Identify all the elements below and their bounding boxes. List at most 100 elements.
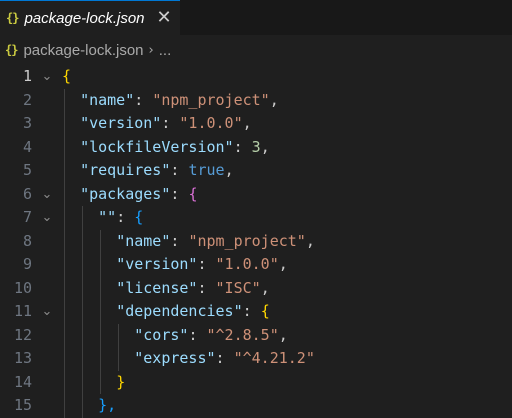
indent-guide: [82, 253, 83, 277]
line-number: 14: [13, 372, 32, 391]
line-number: 11: [13, 302, 32, 320]
indent-guide: [100, 300, 101, 324]
brace-open: {: [260, 302, 270, 320]
indent-guide: [82, 300, 83, 324]
code-line: 7 ⌄ "": {: [0, 206, 512, 230]
tab-label: package-lock.json: [24, 9, 145, 27]
brace-open: {: [62, 67, 72, 85]
code-line: 10 "license": "ISC",: [0, 276, 512, 300]
json-string: "npm_project": [188, 231, 306, 250]
json-boolean: true: [188, 161, 225, 179]
indent-guide: [100, 276, 101, 300]
code-line: 15 },: [0, 394, 512, 418]
line-number: 15: [13, 396, 32, 414]
indent-guide: [64, 88, 65, 112]
indent-guide: [118, 347, 119, 371]
indent-guide: [100, 323, 101, 347]
brace-open: {: [188, 184, 198, 203]
fold-chevron-icon[interactable]: ⌄: [32, 65, 62, 89]
code-line: 11 ⌄ "dependencies": {: [0, 300, 512, 324]
indent-guide: [64, 229, 65, 253]
code-line: 8 "name": "npm_project",: [0, 229, 512, 253]
brace-close: },: [98, 396, 117, 414]
indent-guide: [100, 253, 101, 277]
line-number: 12: [13, 325, 32, 344]
fold-chevron-icon[interactable]: ⌄: [32, 206, 62, 230]
json-string: "ISC": [215, 278, 261, 297]
indent-guide: [82, 276, 83, 300]
json-key: "": [98, 208, 117, 226]
json-key: "requires": [80, 161, 171, 179]
indent-guide: [82, 206, 83, 230]
breadcrumb: {} package-lock.json › ...: [0, 35, 512, 65]
code-line: 3 "version": "1.0.0",: [0, 112, 512, 136]
brace-close: }: [116, 372, 126, 391]
indent-guide: [64, 112, 65, 136]
line-number: 3: [22, 114, 32, 132]
indent-guide: [64, 253, 65, 277]
json-key: "cors": [134, 325, 189, 344]
indent-guide: [64, 370, 65, 394]
line-number: 13: [13, 349, 32, 367]
line-number: 2: [22, 90, 32, 109]
json-key: "name": [80, 90, 135, 109]
indent-guide: [64, 135, 65, 159]
tab-package-lock-json[interactable]: {} package-lock.json ✕: [0, 0, 180, 35]
close-icon[interactable]: ✕: [157, 9, 172, 27]
code-editor[interactable]: 1 ⌄ { 2 "name": "npm_project", 3 "versio…: [0, 65, 512, 418]
json-key: "dependencies": [116, 302, 243, 320]
json-string: "^4.21.2": [233, 349, 315, 367]
json-key: "license": [116, 278, 198, 297]
brace-open: {: [134, 208, 144, 226]
json-string: "^2.8.5": [206, 325, 279, 344]
json-key: "packages": [80, 184, 171, 203]
line-number: 4: [22, 137, 32, 156]
indent-guide: [64, 276, 65, 300]
tab-bar: {} package-lock.json ✕: [0, 0, 512, 35]
indent-guide: [82, 347, 83, 371]
line-number: 6: [22, 184, 32, 203]
breadcrumb-file[interactable]: package-lock.json: [23, 42, 143, 59]
indent-guide: [64, 300, 65, 324]
indent-guide: [64, 206, 65, 230]
json-key: "version": [80, 114, 162, 132]
line-number: 5: [22, 161, 32, 179]
breadcrumb-more[interactable]: ...: [159, 42, 172, 59]
code-line: 5 "requires": true,: [0, 159, 512, 183]
indent-guide: [100, 229, 101, 253]
line-number: 1: [22, 67, 32, 85]
code-line: 1 ⌄ {: [0, 65, 512, 89]
indent-guide: [82, 394, 83, 418]
chevron-right-icon: ›: [148, 42, 154, 58]
indent-guide: [64, 159, 65, 183]
json-file-icon: {}: [5, 43, 18, 57]
indent-guide: [64, 182, 65, 206]
code-line: 9 "version": "1.0.0",: [0, 253, 512, 277]
line-number: 9: [22, 255, 32, 273]
indent-guide: [100, 347, 101, 371]
json-string: "1.0.0": [179, 114, 243, 132]
indent-guide: [82, 229, 83, 253]
json-key: "lockfileVersion": [80, 137, 234, 156]
line-number: 7: [22, 208, 32, 226]
fold-chevron-icon[interactable]: ⌄: [32, 300, 62, 324]
indent-guide: [118, 323, 119, 347]
json-string: "1.0.0": [215, 255, 279, 273]
code-line: 13 "express": "^4.21.2": [0, 347, 512, 371]
indent-guide: [64, 394, 65, 418]
fold-chevron-icon[interactable]: ⌄: [32, 183, 62, 207]
indent-guide: [64, 323, 65, 347]
line-number: 8: [22, 231, 32, 250]
indent-guide: [64, 347, 65, 371]
code-line: 2 "name": "npm_project",: [0, 88, 512, 112]
indent-guide: [82, 370, 83, 394]
json-key: "version": [116, 255, 198, 273]
code-line: 4 "lockfileVersion": 3,: [0, 135, 512, 159]
indent-guide: [82, 323, 83, 347]
code-line: 14 }: [0, 370, 512, 394]
json-string: "npm_project": [152, 90, 270, 109]
code-line: 6 ⌄ "packages": {: [0, 182, 512, 207]
indent-guide: [100, 370, 101, 394]
code-line: 12 "cors": "^2.8.5",: [0, 323, 512, 347]
line-number: 10: [13, 278, 32, 297]
